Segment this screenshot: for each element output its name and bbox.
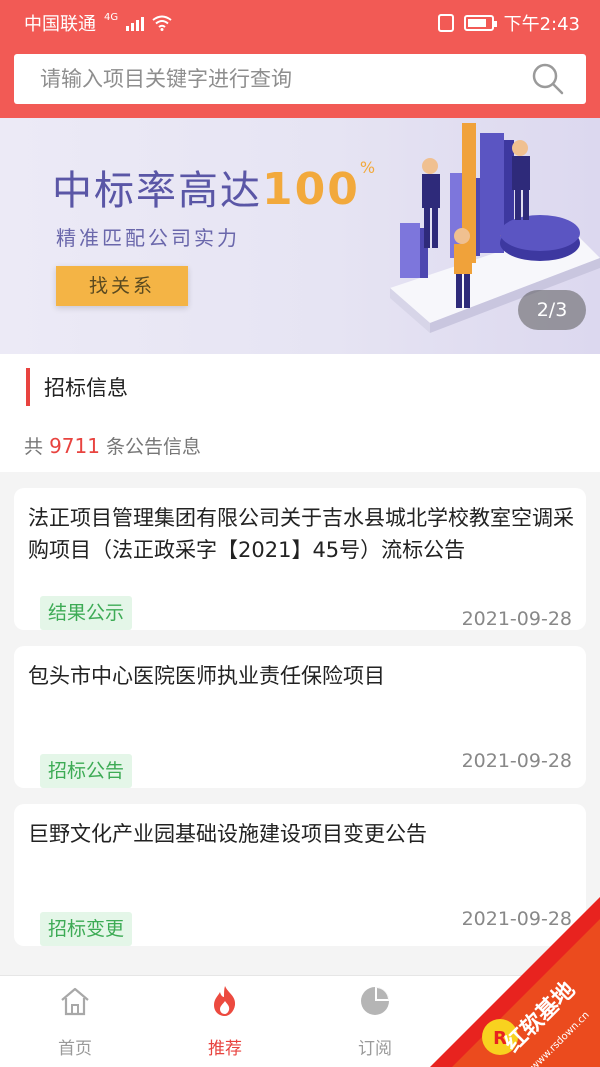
clock-label: 下午2:43	[503, 14, 580, 35]
section-accent-bar	[26, 368, 30, 406]
carousel-pager: 2/3	[518, 290, 586, 330]
notice-title: 巨野文化产业园基础设施建设项目变更公告	[28, 822, 427, 846]
banner-title: 中标率高达100%	[52, 158, 377, 216]
app-header: 中国联通 4G 下午2:43	[0, 0, 600, 118]
notice-card[interactable]: 法正项目管理集团有限公司关于吉水县城北学校教室空调采购项目（法正政采字【2021…	[14, 488, 586, 630]
status-left: 中国联通 4G	[24, 10, 172, 36]
promo-banner[interactable]: 中标率高达100% 精准匹配公司实力 找关系 2/3	[0, 118, 600, 354]
notice-title: 法正项目管理集团有限公司关于吉水县城北学校教室空调采购项目（法正政采字【2021…	[28, 506, 574, 562]
wifi-icon	[152, 15, 172, 31]
search-bar[interactable]	[14, 54, 586, 104]
tab-home[interactable]: 首页	[0, 976, 150, 1067]
flame-icon	[214, 986, 236, 1016]
network-type-label: 4G	[104, 11, 119, 23]
notice-date: 2021-09-28	[461, 750, 572, 772]
tab-subscribe-label: 订阅	[358, 1039, 392, 1059]
notice-card[interactable]: 包头市中心医院医师执业责任保险项目 招标公告 2021-09-28	[14, 646, 586, 788]
count-number: 9711	[49, 434, 100, 458]
status-right: 下午2:43	[437, 10, 580, 36]
find-relation-button[interactable]: 找关系	[56, 266, 188, 306]
count-suffix: 条公告信息	[106, 436, 202, 458]
battery-icon	[463, 15, 497, 31]
tab-home-label: 首页	[58, 1039, 92, 1059]
carrier-label: 中国联通	[24, 14, 96, 35]
notice-status-tag: 招标公告	[40, 754, 133, 788]
signal-icon	[126, 15, 145, 31]
rsdown-watermark-logo: R 红软基地 www.rsdown.cn	[430, 897, 600, 1067]
notice-date: 2021-09-28	[461, 608, 572, 630]
home-icon	[61, 987, 89, 1016]
tender-info-section: 招标信息 共 9711 条公告信息	[0, 354, 600, 472]
tab-recommend[interactable]: 推荐	[150, 976, 300, 1067]
notice-title: 包头市中心医院医师执业责任保险项目	[28, 664, 385, 688]
banner-title-prefix: 中标率高达	[52, 168, 262, 214]
vibrate-icon	[437, 14, 454, 32]
pie-chart-icon	[361, 987, 389, 1015]
status-bar: 中国联通 4G 下午2:43	[0, 0, 600, 42]
search-input[interactable]	[40, 54, 510, 104]
search-icon[interactable]	[530, 61, 566, 97]
tab-subscribe[interactable]: 订阅	[300, 976, 450, 1067]
section-title: 招标信息	[44, 376, 128, 400]
banner-title-highlight: 100	[262, 164, 360, 215]
banner-subtitle: 精准匹配公司实力	[56, 226, 240, 250]
tab-recommend-label: 推荐	[208, 1039, 242, 1059]
count-prefix: 共	[24, 436, 44, 458]
notice-count: 共 9711 条公告信息	[24, 432, 201, 459]
notice-status-tag: 结果公示	[40, 596, 133, 630]
notice-status-tag: 招标变更	[40, 912, 133, 946]
